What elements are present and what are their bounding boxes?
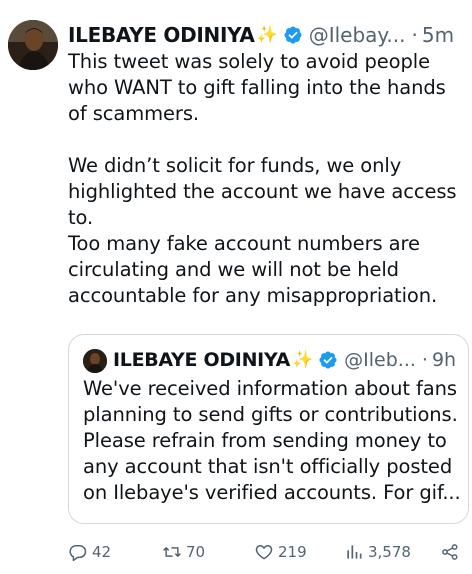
views-button[interactable]: 3,578 [344, 540, 411, 564]
retweet-icon [163, 547, 181, 557]
reply-button[interactable]: 42 [68, 540, 111, 564]
retweet-button[interactable]: 70 [162, 540, 205, 564]
verified-badge-icon [319, 351, 337, 369]
avatar-image [8, 20, 58, 70]
views-count: 3,578 [368, 543, 411, 561]
quoted-author-name: ILEBAYE ODINIYA [113, 349, 290, 371]
quoted-tweet[interactable]: ILEBAYE ODINIYA ✨ @Ileb... · 9h We've re… [68, 334, 469, 524]
tweet-paragraph: We didn’t solicit for funds, we only hig… [68, 154, 457, 307]
tweet-header: ILEBAYE ODINIYA ✨ @Ilebay... · 5m [68, 20, 454, 50]
tweet[interactable]: ILEBAYE ODINIYA ✨ @Ilebay... · 5m This t… [0, 0, 472, 574]
quoted-tweet-text: We've received information about fans pl… [83, 377, 461, 504]
share-button[interactable] [440, 540, 464, 564]
tweet-paragraph: This tweet was solely to avoid people wh… [68, 50, 446, 125]
views-bar-chart-icon [347, 545, 362, 559]
reply-icon [69, 545, 87, 562]
separator-dot: · [421, 349, 428, 371]
sparkle-emoji: ✨ [291, 350, 314, 370]
tweet-timestamp[interactable]: 5m [422, 20, 454, 50]
quoted-tweet-header: ILEBAYE ODINIYA ✨ @Ileb... · 9h [113, 346, 456, 374]
quoted-avatar [83, 349, 107, 373]
like-button[interactable]: 219 [254, 540, 307, 564]
share-icon [442, 544, 458, 560]
retweet-count: 70 [186, 543, 206, 561]
author-handle[interactable]: @Ilebay... [309, 20, 406, 50]
sparkle-emoji: ✨ [256, 25, 278, 45]
like-count: 219 [278, 543, 307, 561]
avatar[interactable] [8, 20, 58, 70]
action-bar: 42 70 219 3,578 [68, 540, 463, 564]
verified-badge-icon [284, 26, 302, 44]
author-name[interactable]: ILEBAYE ODINIYA [68, 20, 255, 50]
heart-icon [255, 545, 273, 560]
reply-count: 42 [92, 543, 112, 561]
quoted-avatar-image [83, 349, 107, 373]
quoted-author-handle: @Ileb... [344, 349, 416, 371]
quoted-tweet-timestamp: 9h [431, 349, 457, 371]
tweet-text: This tweet was solely to avoid people wh… [68, 49, 468, 309]
separator-dot: · [411, 23, 418, 47]
